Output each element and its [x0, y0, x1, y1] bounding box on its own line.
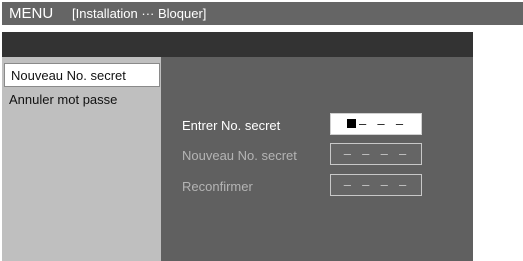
reconfirmer-field[interactable]: – – – – — [330, 174, 422, 196]
nouveau-no-secret-field[interactable]: – – – – — [330, 143, 422, 165]
menu-title-bar: MENU [Installation ··· Bloquer] — [2, 2, 523, 25]
content-area: Entrer No. secret – – – Nouveau No. secr… — [161, 57, 473, 261]
reconfirmer-value: – – – – — [343, 178, 409, 192]
sidebar-item-annuler-mot-passe[interactable]: Annuler mot passe — [3, 88, 160, 112]
sidebar-item-nouveau-no-secret[interactable]: Nouveau No. secret — [4, 63, 160, 87]
sidebar-item-label: Nouveau No. secret — [11, 68, 126, 83]
entrer-no-secret-value: – – – — [358, 117, 406, 131]
sidebar-item-label: Annuler mot passe — [9, 92, 118, 107]
sidebar: Nouveau No. secret Annuler mot passe — [2, 57, 161, 261]
nouveau-no-secret-value: – – – – — [343, 147, 409, 161]
breadcrumb: [Installation ··· Bloquer] — [72, 6, 207, 21]
menu-label: MENU — [9, 5, 54, 22]
entrer-no-secret-field[interactable]: – – – — [330, 113, 422, 135]
nouveau-no-secret-label: Nouveau No. secret — [182, 148, 297, 163]
reconfirmer-label: Reconfirmer — [182, 179, 253, 194]
panel-header-bar — [2, 32, 473, 57]
entrer-no-secret-label: Entrer No. secret — [182, 118, 281, 133]
input-cursor — [346, 119, 356, 128]
